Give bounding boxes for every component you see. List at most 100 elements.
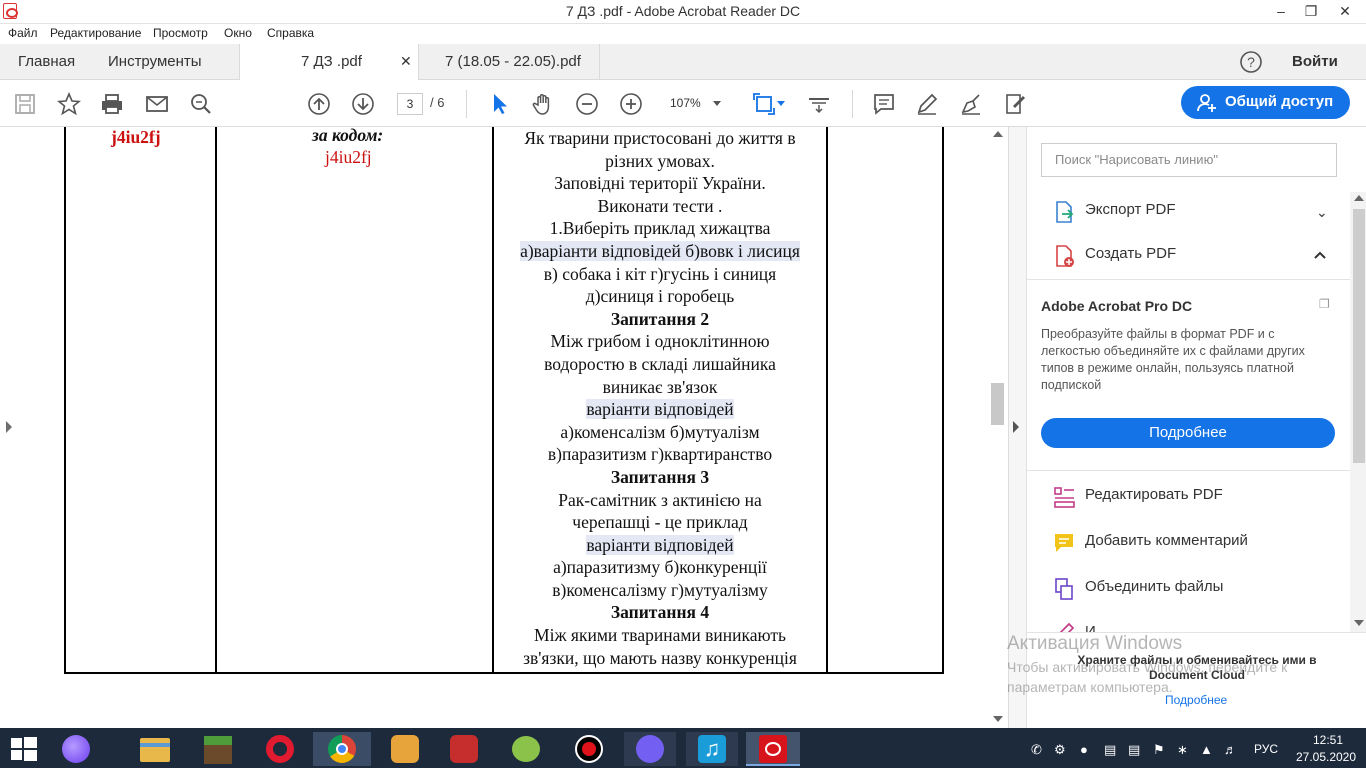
tools-search-input[interactable]: Поиск "Нарисовать линию"	[1041, 143, 1337, 177]
collapse-pane-icon[interactable]	[1013, 421, 1019, 433]
text-line: а)варіанти відповідей б)вовк і лисиця	[495, 240, 825, 263]
previous-page-icon[interactable]	[307, 92, 331, 116]
add-comment-label: Добавить комментарий	[1085, 532, 1248, 549]
minimize-button[interactable]: –	[1266, 0, 1296, 24]
scroll-down-icon[interactable]	[993, 716, 1003, 722]
tray-app-icon[interactable]: ●	[1080, 742, 1088, 757]
clock-date[interactable]: 27.05.2020	[1291, 750, 1361, 764]
opera-icon[interactable]	[256, 732, 304, 766]
activation-watermark-text: Чтобы активировать Windows, перейдите к …	[1007, 659, 1288, 695]
print-icon[interactable]	[100, 92, 124, 116]
share-button[interactable]: Общий доступ	[1181, 86, 1350, 119]
scroll-mode-icon[interactable]	[807, 92, 831, 116]
clock-time[interactable]: 12:51	[1300, 733, 1356, 747]
document-viewer[interactable]: j4iu2fj за кодом: j4iu2fj Як тварини при…	[0, 127, 1008, 728]
fit-page-icon[interactable]	[752, 92, 776, 116]
acrobat-taskbar-icon[interactable]	[746, 732, 800, 766]
zoom-select[interactable]: 107%	[660, 93, 728, 115]
save-icon[interactable]	[13, 92, 37, 116]
sign-in-link[interactable]: Войти	[1292, 53, 1338, 70]
help-icon[interactable]: ?	[1240, 51, 1262, 73]
star-icon[interactable]	[57, 92, 81, 116]
minecraft-icon[interactable]	[194, 732, 242, 766]
windows-start-icon[interactable]	[11, 737, 37, 761]
combine-files-item[interactable]: Объединить файлы	[1027, 567, 1350, 611]
scrollbar-thumb[interactable]	[1353, 209, 1365, 463]
promo-title: Adobe Acrobat Pro DC	[1041, 298, 1193, 314]
question-heading: Запитання 2	[610, 308, 710, 329]
tab-home[interactable]: Главная	[18, 53, 75, 70]
scrollbar-thumb[interactable]	[991, 383, 1004, 425]
chrome-icon[interactable]	[313, 732, 371, 766]
angry-birds-icon[interactable]	[440, 732, 488, 766]
learn-more-button[interactable]: Подробнее	[1041, 418, 1335, 448]
close-window-button[interactable]: ✕	[1330, 0, 1360, 24]
menu-file[interactable]: Файл	[8, 26, 38, 40]
comment-icon[interactable]	[872, 92, 896, 116]
promo-description: Преобразуйте файлы в формат PDF и с легк…	[1041, 327, 1305, 392]
email-icon[interactable]	[145, 92, 169, 116]
tab-document-other[interactable]: 7 (18.05 - 22.05).pdf	[419, 44, 600, 80]
close-tab-icon[interactable]: ✕	[400, 53, 412, 70]
scroll-up-icon[interactable]	[1354, 195, 1364, 201]
hand-tool-icon[interactable]	[531, 92, 555, 116]
text-line: Між грибом і одноклітинною	[550, 331, 770, 352]
text-line: в)паразитизм г)квартиранство	[547, 444, 773, 465]
text-line: д)синиця і горобець	[585, 286, 735, 307]
highlighted-text: варіанти відповідей	[586, 534, 734, 555]
restore-button[interactable]: ❐	[1296, 0, 1326, 24]
create-pdf-item[interactable]: Создать PDF	[1027, 234, 1350, 278]
tab-document-active[interactable]: 7 ДЗ .pdf ✕	[239, 44, 419, 81]
bluetooth-icon[interactable]: ∗	[1177, 742, 1188, 758]
tab-document-title: 7 (18.05 - 22.05).pdf	[445, 53, 581, 70]
tab-tools[interactable]: Инструменты	[108, 53, 202, 70]
add-comment-item[interactable]: Добавить комментарий	[1027, 521, 1350, 565]
tray-app-icon[interactable]: ⚙	[1054, 742, 1066, 758]
page-number-input[interactable]: 3	[397, 93, 423, 115]
left-panel-toggle-icon[interactable]	[6, 421, 12, 433]
add-user-icon	[1197, 94, 1216, 112]
alice-app-icon[interactable]	[52, 732, 100, 766]
music-app-icon[interactable]: ♫	[686, 732, 738, 766]
menu-window[interactable]: Окно	[224, 26, 252, 40]
viber-icon[interactable]	[624, 732, 676, 766]
toolbar: 3 / 6 107% Общий доступ	[0, 80, 1366, 127]
text-line: варіанти відповідей	[495, 534, 825, 557]
menu-bar: Файл Редактирование Просмотр Окно Справк…	[0, 24, 1366, 44]
zoom-search-icon[interactable]	[189, 92, 213, 116]
volume-icon[interactable]: ♬	[1224, 742, 1237, 757]
document-scrollbar[interactable]	[988, 127, 1008, 728]
combine-files-icon	[1055, 578, 1073, 600]
more-tools-icon[interactable]	[1003, 92, 1027, 116]
input-language[interactable]: РУС	[1254, 742, 1278, 756]
zoom-out-icon[interactable]	[575, 92, 599, 116]
next-tool-item-partial[interactable]: И	[1027, 613, 1350, 633]
screen-recorder-icon[interactable]	[565, 732, 613, 766]
viber-tray-icon[interactable]: ✆	[1031, 742, 1042, 758]
create-pdf-label: Создать PDF	[1085, 245, 1177, 262]
menu-view[interactable]: Просмотр	[153, 26, 208, 40]
zoom-in-icon[interactable]	[619, 92, 643, 116]
sign-icon[interactable]	[959, 92, 983, 116]
divider	[1027, 279, 1350, 280]
tools-pane-scrollbar[interactable]	[1350, 192, 1366, 632]
chevron-down-icon[interactable]	[777, 101, 785, 106]
edit-pdf-item[interactable]: Редактировать PDF	[1027, 475, 1350, 519]
scroll-up-icon[interactable]	[993, 131, 1003, 137]
scroll-down-icon[interactable]	[1354, 620, 1364, 626]
select-cursor-icon[interactable]	[488, 92, 512, 116]
tray-app-icon[interactable]: ▤	[1104, 742, 1116, 758]
menu-help[interactable]: Справка	[267, 26, 314, 40]
file-explorer-icon[interactable]	[131, 732, 179, 766]
export-pdf-item[interactable]: Экспорт PDF ⌄	[1027, 190, 1350, 234]
menu-edit[interactable]: Редактирование	[50, 26, 141, 40]
tray-app-icon[interactable]: ▤	[1128, 742, 1140, 758]
edit-pdf-icon	[1054, 487, 1075, 508]
flag-icon[interactable]: ⚑	[1153, 742, 1165, 758]
subway-surfers-icon[interactable]	[381, 732, 429, 766]
text-line: Виконати тести .	[597, 195, 723, 216]
cut-the-rope-icon[interactable]	[502, 732, 550, 766]
highlight-pen-icon[interactable]	[915, 92, 939, 116]
network-icon[interactable]: ▲	[1200, 742, 1213, 757]
next-page-icon[interactable]	[351, 92, 375, 116]
